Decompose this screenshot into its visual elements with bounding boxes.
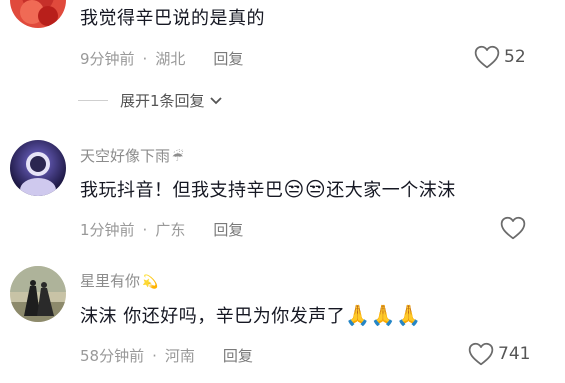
reply-button[interactable]: 回复 xyxy=(213,48,243,69)
comment-text-tail: 还大家一个沫沫 xyxy=(326,180,456,201)
username[interactable]: 天空好像下雨 ☔ xyxy=(80,145,184,166)
comment-text-main: 沫沫 你还好吗，辛巴为你发声了 xyxy=(80,306,346,327)
chevron-down-icon xyxy=(209,96,222,104)
comment-text: 我觉得辛巴说的是真的 xyxy=(80,8,265,29)
comment-text: 我玩抖音！但我支持辛巴😒😒还大家一个沫沫 xyxy=(80,176,456,202)
comment-location: 广东 xyxy=(155,221,186,239)
comment-text-main: 我玩抖音！但我支持辛巴 xyxy=(80,180,284,201)
comment-time: 58分钟前 xyxy=(80,347,145,365)
unamused-emoji-icon: 😒 xyxy=(304,177,327,201)
comment-time: 1分钟前 xyxy=(80,221,135,239)
comment-meta: 1分钟前 · 广东 回复 xyxy=(80,219,243,240)
meta-separator: · xyxy=(142,220,148,239)
like-count: 52 xyxy=(504,47,526,67)
reply-button[interactable]: 回复 xyxy=(213,219,243,240)
comment-location: 湖北 xyxy=(155,50,186,68)
username-text: 天空好像下雨 xyxy=(80,147,171,165)
comment-time: 9分钟前 xyxy=(80,50,135,68)
unamused-emoji-icon: 😒 xyxy=(283,177,305,201)
comment-meta: 9分钟前 · 湖北 回复 xyxy=(80,48,243,69)
expand-replies-button[interactable]: 展开1条回复 xyxy=(78,90,223,111)
like-button[interactable]: 741 xyxy=(468,342,530,366)
like-count: 741 xyxy=(498,344,531,364)
username-text: 星里有你 xyxy=(80,272,141,290)
heart-outline-icon xyxy=(500,216,526,240)
meta-separator: · xyxy=(142,49,148,68)
like-button[interactable] xyxy=(500,216,526,240)
expand-label: 展开1条回复 xyxy=(120,92,205,110)
umbrella-icon: ☔ xyxy=(172,150,184,165)
avatar[interactable] xyxy=(10,266,66,322)
comment-location: 河南 xyxy=(164,347,195,365)
pray-emoji-icon: 🙏🙏🙏 xyxy=(345,303,422,327)
reply-button[interactable]: 回复 xyxy=(223,345,253,366)
comment-text: 沫沫 你还好吗，辛巴为你发声了🙏🙏🙏 xyxy=(80,302,421,328)
meta-separator: · xyxy=(152,346,157,365)
heart-outline-icon xyxy=(468,342,494,366)
heart-outline-icon xyxy=(474,45,500,69)
username[interactable]: 星里有你 💫 xyxy=(80,270,158,291)
like-button[interactable]: 52 xyxy=(474,45,526,69)
avatar[interactable] xyxy=(10,140,66,196)
comment-meta: 58分钟前 · 河南 回复 xyxy=(80,345,253,366)
avatar[interactable] xyxy=(10,0,66,28)
divider-line xyxy=(78,100,108,101)
dizzy-icon: 💫 xyxy=(142,275,159,290)
